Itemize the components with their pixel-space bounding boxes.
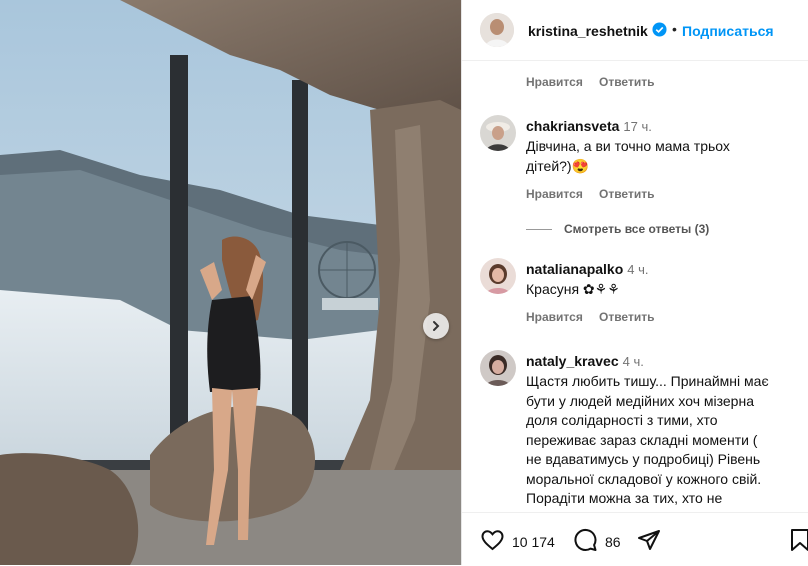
post-header: kristina_reshetnik • Подписаться <box>462 0 808 61</box>
comment-username[interactable]: chakriansveta <box>526 118 619 134</box>
comment-username[interactable]: nataly_kravec <box>526 353 619 369</box>
comment-header: nataly_kravec 4 ч. <box>526 353 644 371</box>
verified-icon <box>652 22 667 37</box>
commenter-avatar[interactable] <box>480 115 516 151</box>
comment-text-line: доля солідарності з тими, хто <box>526 412 718 428</box>
comment-username[interactable]: natalianapalko <box>526 261 623 277</box>
follow-button[interactable]: Подписаться <box>682 23 774 39</box>
comment-text-line: не вдаватимусь у подробиці) Рівень <box>526 451 761 467</box>
comment-text-line: Порадіти можна за тих, хто не <box>526 490 723 506</box>
share-icon[interactable] <box>637 528 661 552</box>
comment-text: Щастя любить тишу... Принаймні має бути … <box>526 372 801 509</box>
comment-text-line: переживає зараз складні моменти ( <box>526 431 758 448</box>
like-comment-button[interactable]: Нравится <box>526 75 583 89</box>
comment-text-line: Щастя любить тишу... Принаймні має <box>526 373 769 389</box>
comments-count[interactable]: 86 <box>605 534 621 550</box>
comment-text-line: дітей?)😍 <box>526 157 590 174</box>
post-sidebar: kristina_reshetnik • Подписаться Нравитс… <box>461 0 808 566</box>
comment-text-line: бути у людей медійних хоч мізерна <box>526 392 754 409</box>
reply-comment-button[interactable]: Ответить <box>599 310 654 324</box>
comment-time[interactable]: 4 ч. <box>623 354 644 369</box>
chevron-right-icon <box>433 321 440 331</box>
comment-text-line: моральної складової у кожного свій. <box>526 470 762 487</box>
comment-header: chakriansveta 17 ч. <box>526 118 652 136</box>
author-avatar[interactable] <box>480 13 514 47</box>
post-photo[interactable] <box>0 0 461 565</box>
author-avatar-image <box>480 13 514 47</box>
comment-text: Дівчина, а ви точно мама трьох дітей?)😍 <box>526 137 796 176</box>
separator-dot: • <box>672 21 677 37</box>
photo-image <box>0 0 461 565</box>
reply-comment-button[interactable]: Ответить <box>599 187 654 201</box>
likes-count[interactable]: 10 174 <box>512 534 555 550</box>
comment-header: natalianapalko 4 ч. <box>526 261 649 279</box>
commenter-avatar[interactable] <box>480 258 516 294</box>
comment-text-line: Дівчина, а ви точно мама трьох <box>526 138 730 154</box>
post-actions-bar: 10 174 86 <box>462 512 808 566</box>
bookmark-icon[interactable] <box>789 528 808 552</box>
like-comment-button[interactable]: Нравится <box>526 310 583 324</box>
commenter-avatar[interactable] <box>480 350 516 386</box>
heart-icon[interactable] <box>480 528 505 552</box>
commenter-avatar-image <box>480 115 516 151</box>
comment-time[interactable]: 17 ч. <box>623 119 651 134</box>
author-username[interactable]: kristina_reshetnik <box>528 23 648 39</box>
reply-comment-button[interactable]: Ответить <box>599 75 654 89</box>
like-comment-button[interactable]: Нравится <box>526 187 583 201</box>
view-replies-button[interactable]: Смотреть все ответы (3) <box>526 222 709 236</box>
commenter-avatar-image <box>480 350 516 386</box>
commenter-avatar-image <box>480 258 516 294</box>
carousel-next-button[interactable] <box>423 313 449 339</box>
comment-text: Красуня ✿⚘⚘ <box>526 281 620 297</box>
comment-time[interactable]: 4 ч. <box>627 262 648 277</box>
comment-icon[interactable] <box>573 528 598 552</box>
